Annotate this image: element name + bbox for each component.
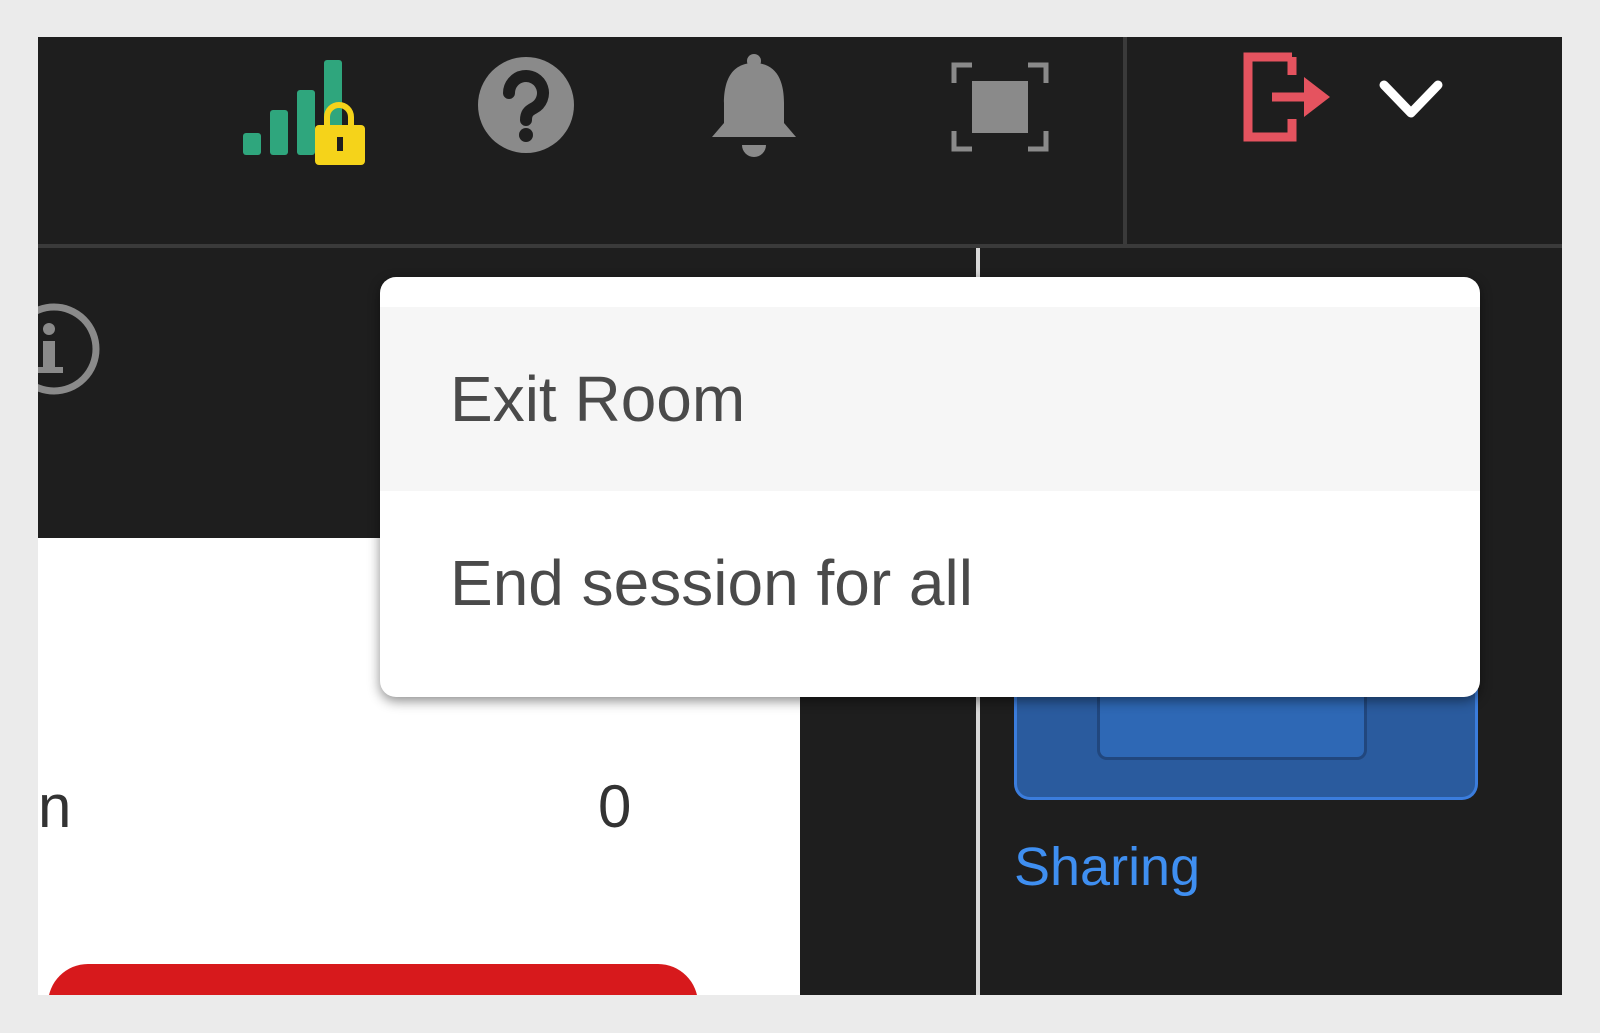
sharing-link[interactable]: Sharing	[1014, 840, 1200, 894]
exit-room-icon[interactable]	[1242, 51, 1337, 143]
top-toolbar	[38, 37, 1562, 246]
exit-dropdown-menu: Exit Room End session for all	[380, 277, 1480, 697]
row-value: 0	[598, 773, 632, 840]
help-icon[interactable]	[476, 55, 576, 155]
app-window: n 0 Sharing Exit Room End session for al…	[38, 37, 1562, 995]
row-label: n	[38, 773, 72, 840]
menu-item-exit-room[interactable]: Exit Room	[380, 307, 1480, 491]
signal-strength-lock-icon[interactable]	[243, 55, 373, 165]
info-icon[interactable]	[38, 299, 100, 399]
notifications-bell-icon[interactable]	[708, 53, 800, 159]
primary-red-button[interactable]	[48, 964, 698, 995]
chevron-down-icon[interactable]	[1378, 77, 1444, 123]
menu-item-end-session-for-all[interactable]: End session for all	[380, 491, 1480, 675]
fullscreen-icon[interactable]	[950, 61, 1050, 153]
toolbar-divider	[1123, 37, 1127, 244]
